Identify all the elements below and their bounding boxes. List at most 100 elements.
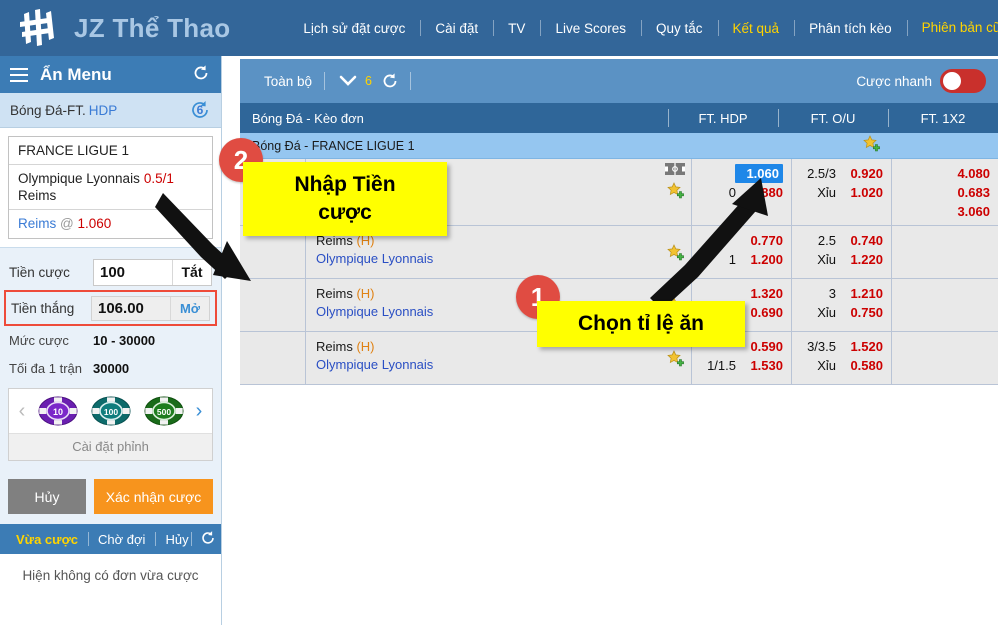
star-add-icon[interactable] — [667, 244, 685, 265]
odds-column-header: Bóng Đá - Kèo đơn FT. HDP FT. O/U FT. 1X… — [240, 103, 998, 133]
star-add-icon[interactable] — [667, 350, 685, 371]
row-hdp-cell[interactable]: 1.060 0 0.880 — [692, 159, 792, 225]
column-ft-hdp[interactable]: FT. HDP — [668, 109, 778, 127]
hdp-top-odds[interactable]: 0.770 — [743, 231, 783, 250]
hide-menu-label: Ẩn Menu — [40, 64, 112, 84]
filter-all-button[interactable]: Toàn bộ — [252, 74, 324, 89]
hdp-bottom-odds[interactable]: 0.690 — [743, 303, 783, 322]
ou-top-odds[interactable]: 0.920 — [843, 164, 883, 183]
x12-draw-odds[interactable]: 0.683 — [950, 183, 990, 202]
ou-bottom-line[interactable]: Xỉu 0.750 — [796, 303, 883, 322]
row-1x2-cell[interactable] — [892, 279, 998, 331]
x12-line-3[interactable]: 3.060 — [896, 202, 990, 221]
hamburger-icon[interactable] — [10, 67, 28, 82]
hdp-bottom-odds[interactable]: 0.880 — [743, 183, 783, 202]
star-add-icon[interactable] — [667, 182, 685, 203]
chevron-right-icon[interactable]: › — [190, 400, 208, 423]
row-ou-cell[interactable]: 3/3.5 1.520 Xỉu 0.580 — [792, 332, 892, 384]
nav-item-old-version[interactable]: Phiên bản cũ — [906, 19, 998, 38]
chip-10[interactable]: 10 — [38, 395, 78, 427]
nav-item-settings[interactable]: Cài đặt — [420, 20, 493, 36]
ou-bottom-odds[interactable]: 0.750 — [843, 303, 883, 322]
ou-top-line[interactable]: 3 1.210 — [796, 284, 883, 303]
hdp-top-odds[interactable]: 0.590 — [743, 337, 783, 356]
ou-bottom-odds[interactable]: 1.020 — [843, 183, 883, 202]
refresh-icon[interactable] — [190, 529, 221, 550]
cancel-button[interactable]: Hủy — [8, 479, 86, 514]
market-count-badge[interactable]: 6 — [189, 99, 211, 121]
annotation-callout-1: Chọn tỉ lệ ăn — [537, 301, 745, 347]
league-header-row[interactable]: Bóng Đá - FRANCE LIGUE 1 — [240, 133, 998, 159]
hdp-bottom-odds[interactable]: 1.200 — [743, 250, 783, 269]
x12-away-odds[interactable]: 3.060 — [950, 202, 990, 221]
star-add-icon[interactable] — [862, 135, 881, 156]
row-ou-cell[interactable]: 2.5 0.740 Xỉu 1.220 — [792, 226, 892, 278]
win-open-button[interactable]: Mở — [170, 296, 209, 320]
x12-home-odds[interactable]: 4.080 — [950, 164, 990, 183]
league-name: Bóng Đá - FRANCE LIGUE 1 — [252, 138, 415, 153]
ou-bottom-odds[interactable]: 0.580 — [843, 356, 883, 375]
column-ft-ou[interactable]: FT. O/U — [778, 109, 888, 127]
quick-bet-toggle[interactable] — [940, 69, 986, 93]
tab-cancelled[interactable]: Hủy — [155, 532, 198, 547]
row-hdp-cell[interactable]: 0.770 1 1.200 — [692, 226, 792, 278]
stake-input[interactable] — [94, 263, 172, 281]
hdp-bottom-line[interactable]: 1 1.200 — [696, 250, 783, 269]
row-icons — [667, 350, 685, 371]
row-away-team: Olympique Lyonnais — [316, 251, 434, 266]
ou-top-odds[interactable]: 1.520 — [843, 337, 883, 356]
confirm-bet-button[interactable]: Xác nhận cược — [94, 479, 213, 514]
column-ft-1x2[interactable]: FT. 1X2 — [888, 109, 998, 127]
tab-recent-bets[interactable]: Vừa cược — [6, 532, 88, 547]
ou-top-line[interactable]: 2.5 0.740 — [796, 231, 883, 250]
refresh-icon[interactable] — [191, 63, 211, 86]
slip-pick-team: Reims — [18, 216, 57, 231]
nav-item-bet-history[interactable]: Lịch sử đặt cược — [288, 21, 420, 36]
hdp-bottom-line[interactable]: 1/1.5 1.530 — [696, 356, 783, 375]
ou-top-line[interactable]: 3/3.5 1.520 — [796, 337, 883, 356]
chevron-left-icon[interactable]: ‹ — [13, 400, 31, 423]
nav-item-live-scores[interactable]: Live Scores — [540, 20, 641, 36]
row-ou-cell[interactable]: 2.5/3 0.920 Xỉu 1.020 — [792, 159, 892, 225]
ou-top-odds[interactable]: 0.740 — [843, 231, 883, 250]
ou-top-odds[interactable]: 1.210 — [843, 284, 883, 303]
nav-item-old-version-label: Phiên bản cũ — [921, 19, 998, 35]
ou-bottom-odds[interactable]: 1.220 — [843, 250, 883, 269]
pitch-icon[interactable] — [665, 163, 685, 178]
hdp-top-line[interactable]: 1.060 — [696, 164, 783, 183]
hdp-bottom-odds[interactable]: 1.530 — [743, 356, 783, 375]
chip-500[interactable]: 500 — [144, 395, 184, 427]
x12-line-1[interactable]: 4.080 — [896, 164, 990, 183]
hdp-bottom-line[interactable]: 0 0.880 — [696, 183, 783, 202]
x12-line-2[interactable]: 0.683 — [896, 183, 990, 202]
ou-bottom-line[interactable]: Xỉu 1.020 — [796, 183, 883, 202]
hdp-top-line[interactable]: 0.770 — [696, 231, 783, 250]
nav-item-rules[interactable]: Quy tắc — [640, 20, 718, 36]
row-1x2-cell[interactable]: 4.080 0.683 3.060 — [892, 159, 998, 225]
row-1x2-cell[interactable] — [892, 332, 998, 384]
hdp-top-odds[interactable]: 1.060 — [735, 164, 783, 183]
ou-bottom-line[interactable]: Xỉu 1.220 — [796, 250, 883, 269]
toolbar-divider — [410, 72, 411, 90]
chips-settings-link[interactable]: Cài đặt phỉnh — [9, 433, 212, 460]
chevron-down-icon[interactable] — [325, 75, 365, 87]
slip-teams: Olympique Lyonnais 0.5/1 Reims — [9, 165, 212, 210]
nav-item-odds-analysis[interactable]: Phân tích kèo — [794, 20, 907, 36]
row-time-cell — [240, 279, 306, 331]
win-amount-highlight: Tiền thắng 106.00 Mở — [4, 290, 217, 326]
row-1x2-cell[interactable] — [892, 226, 998, 278]
ou-top-line-value: 3/3.5 — [807, 339, 836, 354]
ou-top-line-value: 3 — [828, 286, 836, 301]
hdp-top-odds[interactable]: 1.320 — [743, 284, 783, 303]
tab-pending[interactable]: Chờ đợi — [88, 532, 155, 547]
nav-item-results[interactable]: Kết quả — [717, 20, 795, 36]
ou-top-line[interactable]: 2.5/3 0.920 — [796, 164, 883, 183]
stake-off-button[interactable]: Tắt — [172, 259, 211, 285]
limit-value: 10 - 30000 — [93, 332, 156, 348]
ou-bottom-line[interactable]: Xỉu 0.580 — [796, 356, 883, 375]
refresh-icon[interactable] — [380, 71, 410, 91]
chip-100[interactable]: 100 — [91, 395, 131, 427]
row-ou-cell[interactable]: 3 1.210 Xỉu 0.750 — [792, 279, 892, 331]
nav-item-tv[interactable]: TV — [493, 20, 540, 36]
row-home-mark: (H) — [356, 286, 375, 301]
